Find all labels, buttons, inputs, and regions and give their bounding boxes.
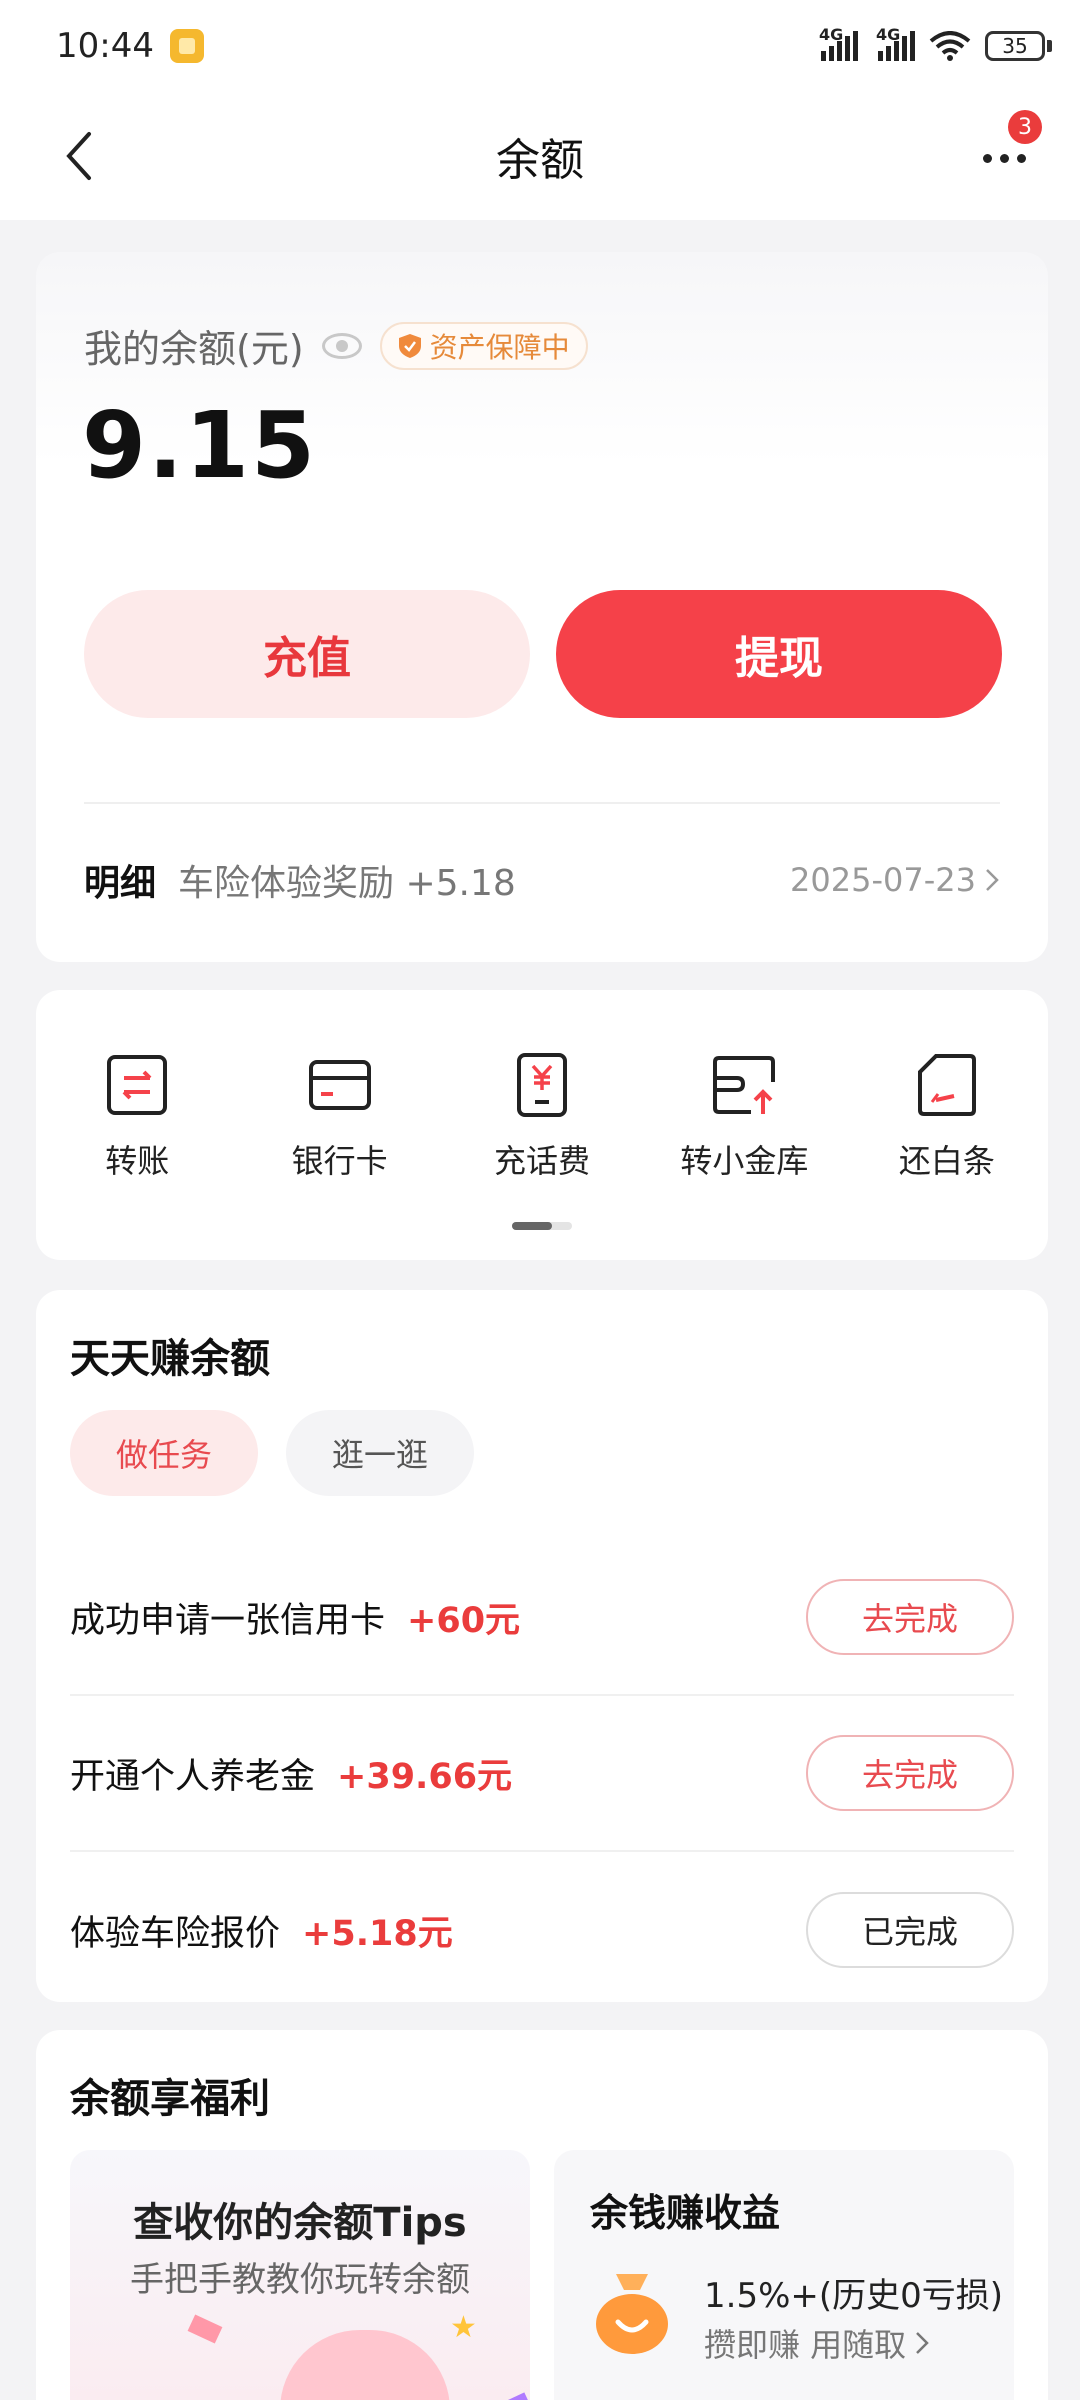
tab-browse[interactable]: 逛一逛 (286, 1410, 475, 1496)
wifi-icon (929, 31, 971, 61)
balance-card: 我的余额(元) 资产保障中 9.15 充值 提现 明细 车险体验奖励 +5.18… (36, 252, 1048, 962)
status-left: 10:44 (56, 26, 204, 66)
balance-amount: 9.15 (82, 392, 317, 499)
action-transfer[interactable]: 转账 (36, 1052, 238, 1182)
recharge-button[interactable]: 充值 (84, 590, 530, 718)
chevron-right-icon (986, 869, 999, 891)
action-label: 转账 (105, 1142, 170, 1180)
star-icon: ★ (450, 2310, 477, 2345)
balance-detail-row[interactable]: 明细 车险体验奖励 +5.18 2025-07-23 (84, 854, 1000, 906)
battery-level: 35 (1002, 34, 1028, 58)
ribbon-decoration (187, 2314, 223, 2344)
balance-tips-banner[interactable]: 查收你的余额Tips 手把手教教你玩转余额 ★ (70, 2150, 530, 2400)
action-phone-recharge[interactable]: 充话费 (441, 1052, 643, 1182)
divider (84, 802, 1000, 804)
quick-actions-card: 转账 银行卡 充话费 转小金库 还白条 (36, 990, 1048, 1260)
task-row: 体验车险报价 +5.18元 已完成 (70, 1852, 1014, 2008)
tasks-tabs: 做任务 逛一逛 (70, 1410, 475, 1496)
protection-text: 资产保障中 (429, 330, 570, 364)
task-title: 开通个人养老金 (70, 1756, 316, 1797)
tasks-title: 天天赚余额 (70, 1336, 270, 1382)
balance-label: 我的余额(元) (84, 327, 304, 371)
earn-interest-banner[interactable]: 余钱赚收益 1.5%+(历史0亏损) 攒即赚 用随取 (554, 2150, 1014, 2400)
earn-title: 余钱赚收益 (590, 2191, 781, 2235)
notification-badge: 3 (1008, 110, 1042, 144)
more-dots-icon (982, 153, 992, 163)
confetti-decoration (488, 2392, 530, 2400)
task-done-button[interactable]: 已完成 (806, 1892, 1014, 1968)
task-reward: +5.18元 (302, 1913, 453, 1954)
task-reward: +60元 (407, 1600, 521, 1641)
chevron-left-icon (66, 132, 91, 180)
network-type-1: 4G (819, 25, 844, 44)
earn-subtitle: 攒即赚 用随取 (704, 2326, 907, 2364)
detail-date: 2025-07-23 (790, 861, 976, 899)
task-row: 开通个人养老金 +39.66元 去完成 (70, 1696, 1014, 1852)
withdraw-button[interactable]: 提现 (556, 590, 1002, 718)
page-indicator-active (512, 1222, 552, 1230)
money-bag-icon (596, 2274, 668, 2354)
nav-bar: 余额 3 (0, 92, 1080, 220)
status-time: 10:44 (56, 26, 154, 66)
page-indicator (512, 1222, 572, 1230)
tips-subtitle: 手把手教教你玩转余额 (130, 2260, 470, 2300)
piggy-illustration (280, 2330, 450, 2400)
earn-sub-row: 攒即赚 用随取 (704, 2320, 930, 2366)
chevron-right-icon (916, 2332, 929, 2354)
status-bar: 10:44 4G 4G 35 (0, 0, 1080, 92)
eye-icon[interactable] (321, 332, 362, 359)
action-repay[interactable]: 还白条 (846, 1052, 1048, 1182)
signal-icon-2: 4G (876, 25, 915, 61)
action-vault-transfer[interactable]: 转小金库 (643, 1052, 845, 1182)
vault-transfer-icon (713, 1056, 776, 1114)
task-title: 成功申请一张信用卡 (70, 1600, 386, 1641)
tips-title: 查收你的余额Tips (133, 2200, 467, 2246)
phone-recharge-icon (517, 1053, 568, 1117)
status-right: 4G 4G 35 (819, 25, 1052, 61)
action-label: 充话费 (494, 1142, 591, 1180)
repay-icon (917, 1054, 976, 1116)
shield-icon (398, 333, 421, 358)
action-bank-card[interactable]: 银行卡 (238, 1052, 440, 1182)
tasks-card: 天天赚余额 做任务 逛一逛 成功申请一张信用卡 +60元 去完成 开通个人养老金… (36, 1290, 1048, 2002)
network-type-2: 4G (876, 25, 901, 44)
signal-icon-1: 4G (819, 25, 858, 61)
task-row: 成功申请一张信用卡 +60元 去完成 (70, 1540, 1014, 1696)
quick-actions-row: 转账 银行卡 充话费 转小金库 还白条 (36, 1052, 1048, 1182)
detail-description: 车险体验奖励 +5.18 (178, 863, 516, 904)
back-button[interactable] (52, 128, 104, 184)
earn-rate: 1.5%+(历史0亏损) (704, 2276, 1004, 2316)
notification-app-icon (169, 29, 204, 63)
action-label: 银行卡 (291, 1142, 388, 1180)
battery-icon: 35 (985, 31, 1052, 61)
balance-label-row: 我的余额(元) 资产保障中 (84, 318, 588, 373)
tab-do-tasks[interactable]: 做任务 (70, 1410, 259, 1496)
page-title: 余额 (496, 135, 584, 186)
task-complete-button[interactable]: 去完成 (806, 1735, 1014, 1811)
task-title: 体验车险报价 (70, 1913, 281, 1954)
benefits-card: 余额享福利 查收你的余额Tips 手把手教教你玩转余额 ★ 余钱赚收益 1.5%… (36, 2030, 1048, 2400)
task-reward: +39.66元 (337, 1756, 513, 1797)
transfer-icon (107, 1055, 168, 1115)
asset-protection-badge[interactable]: 资产保障中 (379, 321, 588, 370)
bank-card-icon (308, 1060, 371, 1110)
action-label: 转小金库 (680, 1142, 809, 1180)
benefits-title: 余额享福利 (70, 2076, 270, 2122)
task-complete-button[interactable]: 去完成 (806, 1579, 1014, 1655)
action-label: 还白条 (898, 1142, 995, 1180)
detail-label: 明细 (84, 863, 157, 904)
